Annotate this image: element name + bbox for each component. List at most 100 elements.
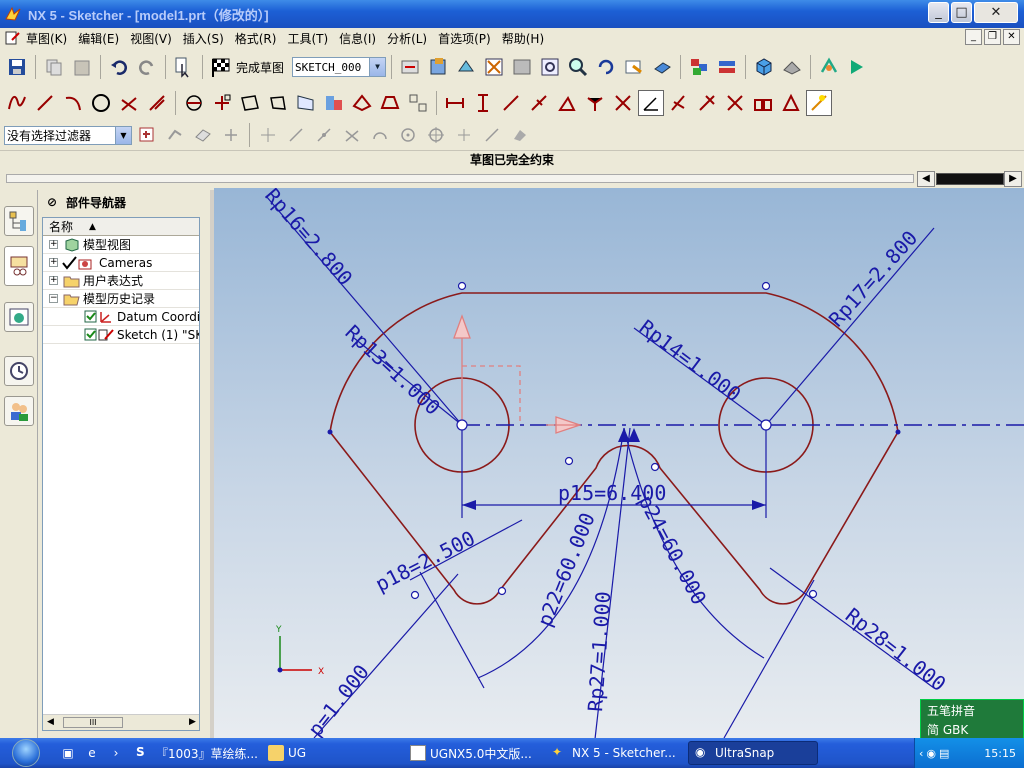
undo-icon[interactable] [106,54,132,80]
scroll-thumb[interactable]: III [63,717,123,728]
clock[interactable]: 15:15 [984,747,1016,760]
move-to-layer-icon[interactable] [714,54,740,80]
circle-icon[interactable] [88,90,114,116]
snap-control-icon[interactable] [311,122,337,148]
inferred-dimension-icon[interactable] [442,90,468,116]
ime-toolbar[interactable]: 五笔拼音 简 GBK [920,699,1024,739]
feature-select-icon[interactable] [190,122,216,148]
maximize-button[interactable]: □ [951,2,972,23]
menu-help[interactable]: 帮助(H) [502,30,544,47]
dim-text-p18[interactable]: p18=2.500 [371,526,478,597]
pin-icon[interactable]: ⊘ [44,195,60,209]
snap-existing-icon[interactable] [451,122,477,148]
tray-app-icon[interactable]: ◉ [926,747,936,760]
profile-icon[interactable] [4,90,30,116]
tree-row-model-views[interactable]: + 模型视图 [43,236,199,254]
zoom-icon[interactable] [565,54,591,80]
rotate-icon[interactable] [593,54,619,80]
dim-text-rp14[interactable]: Rp14=1.000 [635,315,746,407]
collapse-icon[interactable]: − [49,294,58,303]
dim-text-p24[interactable]: p24=60.000 [634,491,712,609]
save-icon[interactable] [4,54,30,80]
task-ultrasnap[interactable]: ◉ UltraSnap [688,741,818,765]
snap-end-icon[interactable] [255,122,281,148]
menu-sketch[interactable]: 草图(K) [26,30,67,47]
dim-text-bottom[interactable]: p=1.000 [303,660,374,738]
expand-icon[interactable]: + [49,258,58,267]
mirror-icon[interactable] [293,90,319,116]
vertical-dimension-icon[interactable] [470,90,496,116]
scroll-right-icon[interactable]: ▶ [1004,171,1022,187]
dim-text-rp13[interactable]: Rp13=1.000 [341,320,445,420]
scroll-right-icon[interactable]: ▶ [189,717,196,727]
paste-icon[interactable] [69,54,95,80]
fit-view-icon[interactable] [481,54,507,80]
pan-icon[interactable] [621,54,647,80]
tree-row-datum-csys[interactable]: Datum Coordina [43,308,199,326]
show-remove-constraints-icon[interactable] [694,90,720,116]
column-header-name[interactable]: 名称 ▲ [43,218,199,236]
orient-view-icon[interactable] [397,54,423,80]
menu-format[interactable]: 格式(R) [235,30,277,47]
cube-view-icon[interactable] [751,54,777,80]
history-icon[interactable] [4,356,34,386]
fillet-icon[interactable] [144,90,170,116]
render-style-icon[interactable] [779,54,805,80]
scroll-thumb[interactable] [936,173,1004,185]
arc-icon[interactable] [60,90,86,116]
menu-info[interactable]: 信息(I) [339,30,376,47]
task-ugnx-doc[interactable]: UGNX5.0中文版... [404,741,542,765]
rectangle-icon[interactable] [237,90,263,116]
start-button[interactable] [0,738,52,768]
convert-reference-icon[interactable] [722,90,748,116]
analysis-icon[interactable] [816,54,842,80]
tray-network-icon[interactable]: ▤ [939,747,949,760]
show-desktop-icon[interactable]: ▣ [58,743,78,763]
close-button[interactable]: ✕ [974,2,1018,23]
menu-preferences[interactable]: 首选项(P) [438,30,491,47]
select-all-icon[interactable] [134,122,160,148]
scroll-track[interactable] [6,174,914,183]
dim-text-rp28[interactable]: Rp28=1.000 [841,603,951,696]
copy-icon[interactable] [41,54,67,80]
scroll-left-icon[interactable]: ◀ [917,171,935,187]
finish-sketch-flag-icon[interactable] [208,54,234,80]
tree-row-model-history[interactable]: − 模型历史记录 [43,290,199,308]
expand-icon[interactable]: + [49,276,58,285]
refresh-display-icon[interactable] [509,54,535,80]
chevron-down-icon[interactable]: ▼ [115,126,131,144]
radius-dimension-icon[interactable] [582,90,608,116]
constraints-icon[interactable] [610,90,636,116]
snap-center-icon[interactable] [395,122,421,148]
offset-icon[interactable] [181,90,207,116]
scroll-left-icon[interactable]: ◀ [47,717,54,727]
auto-constrain-icon[interactable] [638,90,664,116]
alternate-solution-icon[interactable] [750,90,776,116]
polygon-icon[interactable] [265,90,291,116]
tree-row-sketch[interactable]: Sketch (1) "SKE [43,326,199,344]
snap-on-surface-icon[interactable] [507,122,533,148]
deselect-icon[interactable] [162,122,188,148]
line-icon[interactable] [32,90,58,116]
menu-view[interactable]: 视图(V) [130,30,172,47]
task-nx5[interactable]: ✦ NX 5 - Sketcher... [546,741,684,765]
roles-icon[interactable] [4,396,34,426]
menu-tools[interactable]: 工具(T) [287,30,328,47]
tree-row-cameras[interactable]: + Cameras [43,254,199,272]
create-inferred-icon[interactable] [806,90,832,116]
task-1003[interactable]: S 『1003』草绘练... [130,741,258,765]
menu-edit[interactable]: 编辑(E) [78,30,119,47]
quick-launch-more-icon[interactable]: › [106,743,126,763]
shaded-view-icon[interactable] [649,54,675,80]
snap-on-curve-icon[interactable] [479,122,505,148]
graphics-window[interactable]: Rp16=2.800 Rp13=1.000 Rp14=1.000 Rp17=2.… [214,188,1024,738]
snap-arc-center-icon[interactable] [367,122,393,148]
parallel-dimension-icon[interactable] [498,90,524,116]
snap-intersection-icon[interactable] [339,122,365,148]
snap-point-icon[interactable] [218,122,244,148]
layer-settings-icon[interactable] [686,54,712,80]
snap-quadrant-icon[interactable] [423,122,449,148]
web-browser-icon[interactable] [4,302,34,332]
snap-mid-icon[interactable] [283,122,309,148]
extract-curve-icon[interactable] [377,90,403,116]
